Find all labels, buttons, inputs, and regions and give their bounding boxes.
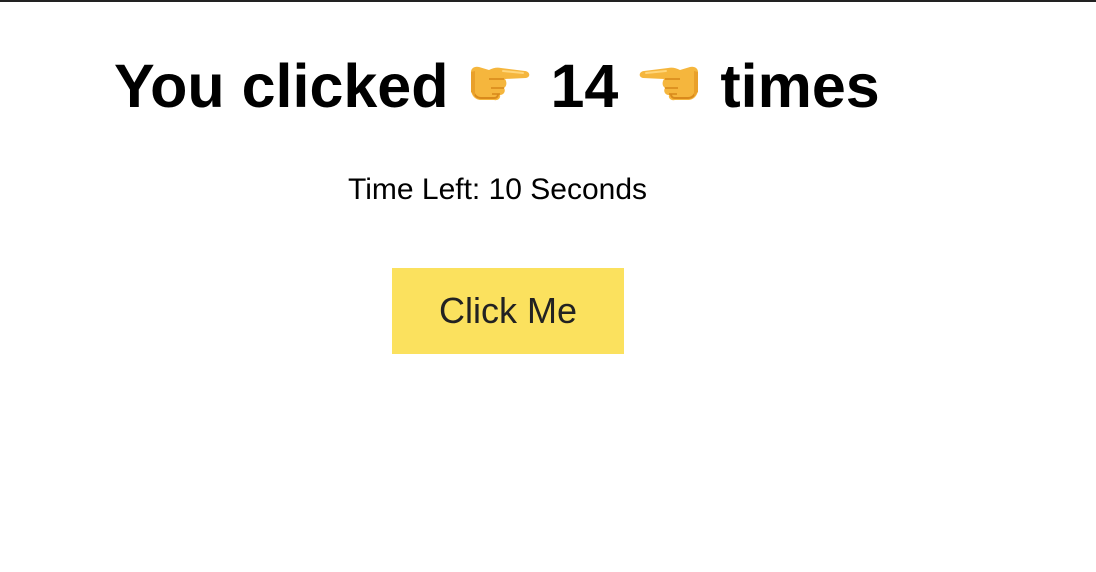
pointing-right-hand-icon [467, 62, 533, 102]
page: You clicked 14 times Time Left: 10 Secon… [0, 2, 1096, 572]
headline-suffix: times [720, 52, 880, 120]
headline-prefix: You clicked [114, 52, 449, 120]
click-count-headline: You clicked 14 times [114, 50, 880, 122]
click-count-value: 14 [550, 52, 619, 120]
pointing-left-hand-icon [636, 62, 702, 102]
click-me-button[interactable]: Click Me [392, 268, 624, 354]
time-left-label: Time Left: 10 Seconds [348, 173, 648, 206]
